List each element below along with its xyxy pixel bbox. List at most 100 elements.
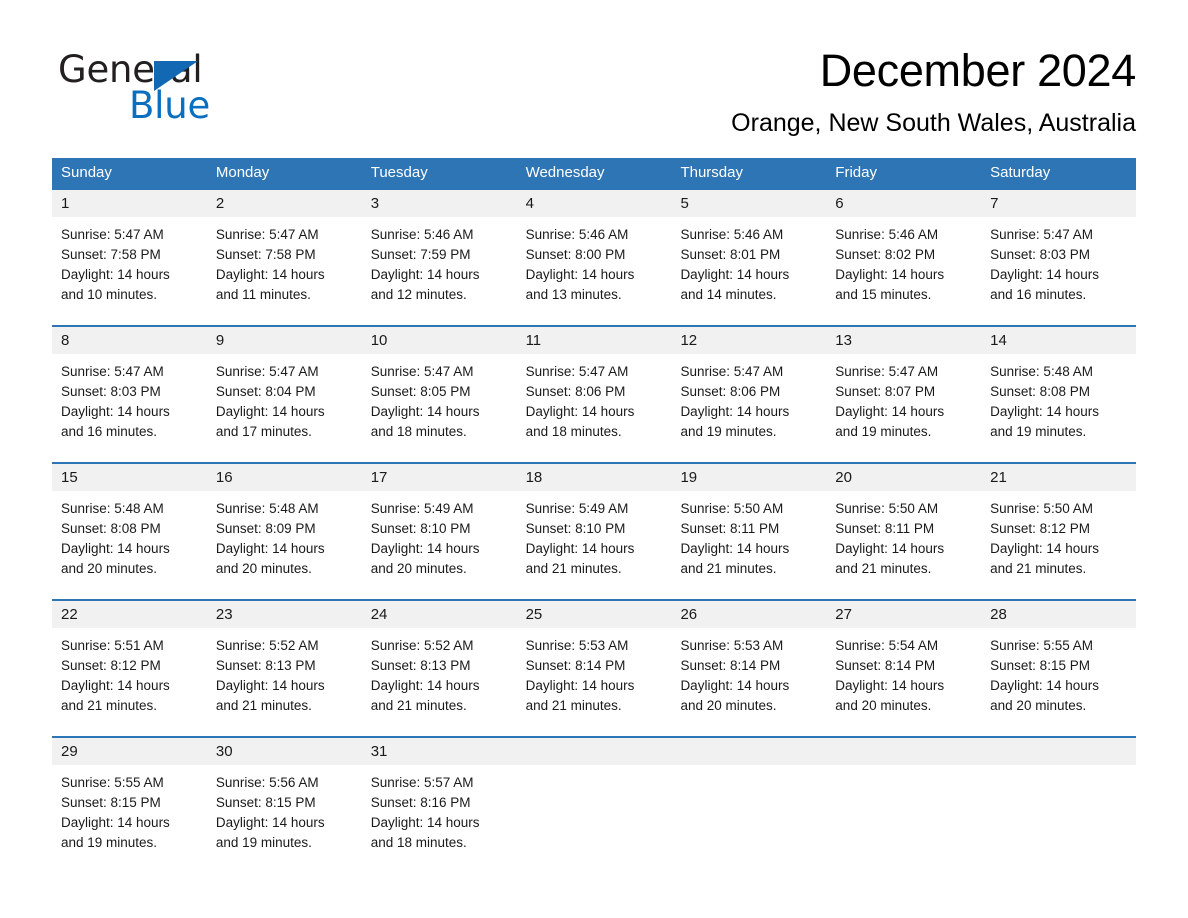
day-cell[interactable]: Sunrise: 5:55 AM Sunset: 8:15 PM Dayligh… — [52, 765, 207, 873]
day-sun-info: Sunrise: 5:47 AM Sunset: 8:07 PM Dayligh… — [835, 364, 945, 439]
day-sun-info: Sunrise: 5:50 AM Sunset: 8:11 PM Dayligh… — [680, 501, 790, 576]
day-cell[interactable]: Sunrise: 5:46 AM Sunset: 8:02 PM Dayligh… — [826, 217, 981, 325]
day-number[interactable]: 8 — [52, 327, 207, 354]
day-sun-info: Sunrise: 5:55 AM Sunset: 8:15 PM Dayligh… — [990, 638, 1099, 713]
day-cell[interactable]: Sunrise: 5:49 AM Sunset: 8:10 PM Dayligh… — [517, 491, 672, 599]
day-cell[interactable]: Sunrise: 5:49 AM Sunset: 8:10 PM Dayligh… — [362, 491, 517, 599]
day-number[interactable]: 4 — [517, 190, 672, 217]
day-cell[interactable]: Sunrise: 5:51 AM Sunset: 8:12 PM Dayligh… — [52, 628, 207, 736]
day-sun-info: Sunrise: 5:53 AM Sunset: 8:14 PM Dayligh… — [525, 638, 635, 713]
day-cell-empty — [517, 765, 672, 873]
day-number[interactable]: 25 — [517, 601, 672, 628]
logo-text-blue: Blue — [129, 84, 211, 127]
day-cell[interactable]: Sunrise: 5:57 AM Sunset: 8:16 PM Dayligh… — [362, 765, 517, 873]
day-cell[interactable]: Sunrise: 5:55 AM Sunset: 8:15 PM Dayligh… — [981, 628, 1136, 736]
day-cell[interactable]: Sunrise: 5:47 AM Sunset: 8:06 PM Dayligh… — [517, 354, 672, 462]
day-number[interactable]: 19 — [671, 464, 826, 491]
day-sun-info: Sunrise: 5:51 AM Sunset: 8:12 PM Dayligh… — [61, 638, 170, 713]
day-cell[interactable]: Sunrise: 5:47 AM Sunset: 8:07 PM Dayligh… — [826, 354, 981, 462]
day-sun-info: Sunrise: 5:47 AM Sunset: 8:03 PM Dayligh… — [990, 227, 1099, 302]
calendar-week-row: 15 16 17 18 19 20 21 Sunrise: 5:48 AM Su… — [52, 462, 1136, 599]
day-sun-info: Sunrise: 5:54 AM Sunset: 8:14 PM Dayligh… — [835, 638, 945, 713]
week-day-number-band: 22 23 24 25 26 27 28 — [52, 601, 1136, 628]
day-number[interactable]: 16 — [207, 464, 362, 491]
day-cell[interactable]: Sunrise: 5:47 AM Sunset: 8:06 PM Dayligh… — [671, 354, 826, 462]
calendar-week-row: 22 23 24 25 26 27 28 Sunrise: 5:51 AM Su… — [52, 599, 1136, 736]
week-detail-band: Sunrise: 5:51 AM Sunset: 8:12 PM Dayligh… — [52, 628, 1136, 736]
week-day-number-band: 29 30 31 — [52, 738, 1136, 765]
day-number[interactable]: 21 — [981, 464, 1136, 491]
page-header: General Blue December 2024 Orange, New S… — [52, 44, 1136, 149]
day-number[interactable]: 22 — [52, 601, 207, 628]
day-sun-info: Sunrise: 5:47 AM Sunset: 8:06 PM Dayligh… — [680, 364, 790, 439]
day-cell[interactable]: Sunrise: 5:48 AM Sunset: 8:08 PM Dayligh… — [52, 491, 207, 599]
day-number[interactable]: 12 — [671, 327, 826, 354]
day-number[interactable]: 1 — [52, 190, 207, 217]
day-cell[interactable]: Sunrise: 5:56 AM Sunset: 8:15 PM Dayligh… — [207, 765, 362, 873]
day-cell[interactable]: Sunrise: 5:52 AM Sunset: 8:13 PM Dayligh… — [207, 628, 362, 736]
day-number[interactable]: 13 — [826, 327, 981, 354]
day-sun-info: Sunrise: 5:49 AM Sunset: 8:10 PM Dayligh… — [525, 501, 635, 576]
day-cell[interactable]: Sunrise: 5:48 AM Sunset: 8:09 PM Dayligh… — [207, 491, 362, 599]
day-sun-info: Sunrise: 5:50 AM Sunset: 8:12 PM Dayligh… — [990, 501, 1099, 576]
day-cell[interactable]: Sunrise: 5:52 AM Sunset: 8:13 PM Dayligh… — [362, 628, 517, 736]
day-number[interactable]: 10 — [362, 327, 517, 354]
day-number[interactable]: 29 — [52, 738, 207, 765]
day-cell[interactable]: Sunrise: 5:47 AM Sunset: 8:03 PM Dayligh… — [52, 354, 207, 462]
day-number[interactable]: 23 — [207, 601, 362, 628]
day-sun-info: Sunrise: 5:48 AM Sunset: 8:08 PM Dayligh… — [990, 364, 1099, 439]
day-number[interactable]: 18 — [517, 464, 672, 491]
day-sun-info: Sunrise: 5:47 AM Sunset: 7:58 PM Dayligh… — [215, 227, 325, 302]
day-cell[interactable]: Sunrise: 5:47 AM Sunset: 8:03 PM Dayligh… — [981, 217, 1136, 325]
day-number[interactable]: 6 — [826, 190, 981, 217]
page-subtitle-location: Orange, New South Wales, Australia — [731, 109, 1136, 137]
day-number[interactable]: 14 — [981, 327, 1136, 354]
day-cell[interactable]: Sunrise: 5:46 AM Sunset: 7:59 PM Dayligh… — [362, 217, 517, 325]
day-number[interactable]: 27 — [826, 601, 981, 628]
day-number[interactable]: 30 — [207, 738, 362, 765]
day-cell[interactable]: Sunrise: 5:48 AM Sunset: 8:08 PM Dayligh… — [981, 354, 1136, 462]
week-day-number-band: 8 9 10 11 12 13 14 — [52, 327, 1136, 354]
day-cell-empty — [671, 765, 826, 873]
day-cell[interactable]: Sunrise: 5:47 AM Sunset: 7:58 PM Dayligh… — [52, 217, 207, 325]
day-cell[interactable]: Sunrise: 5:50 AM Sunset: 8:12 PM Dayligh… — [981, 491, 1136, 599]
weekday-header-friday: Friday — [835, 164, 877, 181]
day-number[interactable]: 20 — [826, 464, 981, 491]
day-number[interactable]: 7 — [981, 190, 1136, 217]
day-cell[interactable]: Sunrise: 5:50 AM Sunset: 8:11 PM Dayligh… — [826, 491, 981, 599]
week-detail-band: Sunrise: 5:47 AM Sunset: 8:03 PM Dayligh… — [52, 354, 1136, 462]
day-number[interactable]: 24 — [362, 601, 517, 628]
day-sun-info: Sunrise: 5:46 AM Sunset: 7:59 PM Dayligh… — [370, 227, 480, 302]
day-number[interactable]: 28 — [981, 601, 1136, 628]
day-cell[interactable]: Sunrise: 5:54 AM Sunset: 8:14 PM Dayligh… — [826, 628, 981, 736]
day-cell[interactable]: Sunrise: 5:47 AM Sunset: 8:05 PM Dayligh… — [362, 354, 517, 462]
day-cell[interactable]: Sunrise: 5:47 AM Sunset: 8:04 PM Dayligh… — [207, 354, 362, 462]
day-sun-info: Sunrise: 5:49 AM Sunset: 8:10 PM Dayligh… — [370, 501, 480, 576]
day-cell[interactable]: Sunrise: 5:53 AM Sunset: 8:14 PM Dayligh… — [517, 628, 672, 736]
day-number[interactable]: 11 — [517, 327, 672, 354]
day-number[interactable]: 31 — [362, 738, 517, 765]
day-cell[interactable]: Sunrise: 5:46 AM Sunset: 8:00 PM Dayligh… — [517, 217, 672, 325]
day-number[interactable]: 9 — [207, 327, 362, 354]
title-block: December 2024 Orange, New South Wales, A… — [436, 44, 1136, 138]
day-number[interactable]: 2 — [207, 190, 362, 217]
day-number[interactable]: 26 — [671, 601, 826, 628]
day-cell[interactable]: Sunrise: 5:50 AM Sunset: 8:11 PM Dayligh… — [671, 491, 826, 599]
day-cell-empty — [981, 765, 1136, 873]
day-sun-info: Sunrise: 5:47 AM Sunset: 8:05 PM Dayligh… — [370, 364, 480, 439]
weekday-header-row: Sunday Monday Tuesday Wednesday Thursday… — [52, 158, 1136, 188]
day-number[interactable]: 3 — [362, 190, 517, 217]
day-sun-info: Sunrise: 5:55 AM Sunset: 8:15 PM Dayligh… — [61, 775, 170, 850]
day-cell[interactable]: Sunrise: 5:53 AM Sunset: 8:14 PM Dayligh… — [671, 628, 826, 736]
day-cell[interactable]: Sunrise: 5:47 AM Sunset: 7:58 PM Dayligh… — [207, 217, 362, 325]
day-sun-info: Sunrise: 5:48 AM Sunset: 8:09 PM Dayligh… — [215, 501, 325, 576]
day-sun-info: Sunrise: 5:47 AM Sunset: 8:03 PM Dayligh… — [61, 364, 170, 439]
day-number[interactable]: 5 — [671, 190, 826, 217]
day-number[interactable]: 15 — [52, 464, 207, 491]
day-sun-info: Sunrise: 5:47 AM Sunset: 7:58 PM Dayligh… — [61, 227, 170, 302]
day-number[interactable]: 17 — [362, 464, 517, 491]
day-sun-info: Sunrise: 5:57 AM Sunset: 8:16 PM Dayligh… — [370, 775, 480, 850]
day-cell[interactable]: Sunrise: 5:46 AM Sunset: 8:01 PM Dayligh… — [671, 217, 826, 325]
day-sun-info: Sunrise: 5:47 AM Sunset: 8:04 PM Dayligh… — [215, 364, 325, 439]
calendar-week-row: 8 9 10 11 12 13 14 Sunrise: 5:47 AM Suns… — [52, 325, 1136, 462]
